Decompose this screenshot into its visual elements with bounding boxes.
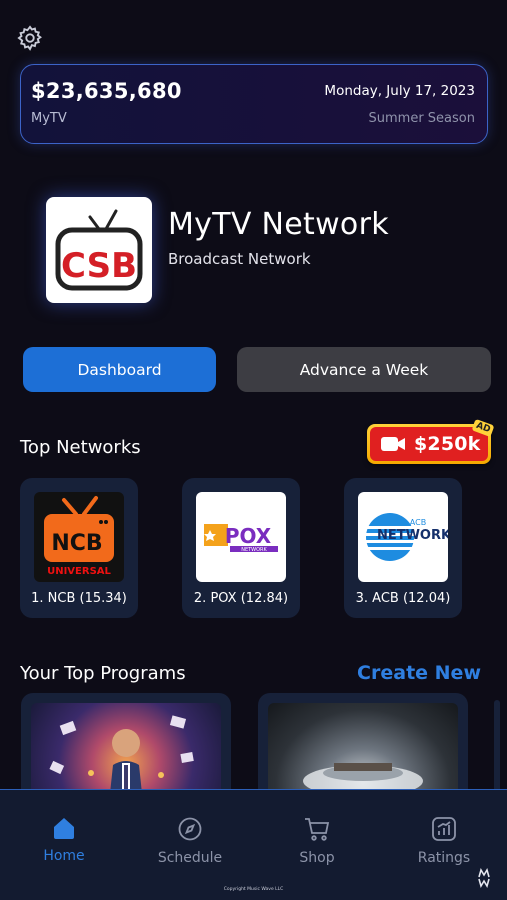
acb-logo: ACB NETWORK xyxy=(358,492,448,582)
program-card-peek xyxy=(494,700,500,800)
cart-icon xyxy=(305,818,330,841)
network-name: MyTV Network xyxy=(168,207,389,242)
gear-icon[interactable] xyxy=(16,24,44,52)
pox-logo-sub: NETWORK xyxy=(241,547,267,553)
top-programs-title: Your Top Programs xyxy=(20,663,186,684)
network-rank-label: 3. ACB (12.04) xyxy=(355,591,451,606)
acb-logo-text: NETWORK xyxy=(377,528,448,543)
reward-ad-button[interactable]: $250k AD xyxy=(367,418,495,464)
ncb-logo-text: NCB xyxy=(51,531,102,556)
chart-icon xyxy=(432,817,456,841)
network-type: Broadcast Network xyxy=(168,250,311,268)
home-icon xyxy=(54,818,74,839)
nav-schedule-label: Schedule xyxy=(157,850,223,866)
network-logo-text: CSB xyxy=(61,246,137,286)
company-name: MyTV xyxy=(31,111,67,126)
network-card-acb[interactable]: ACB NETWORK 3. ACB (12.04) xyxy=(344,478,462,618)
network-rank-label: 1. NCB (15.34) xyxy=(31,591,127,606)
program-thumbnail xyxy=(268,703,458,803)
network-card-ncb[interactable]: NCB UNIVERSAL 1. NCB (15.34) xyxy=(20,478,138,618)
create-new-link[interactable]: Create New xyxy=(357,662,481,684)
balance-card: $23,635,680 MyTV Monday, July 17, 2023 S… xyxy=(20,64,488,144)
season-label: Summer Season xyxy=(368,111,475,126)
nav-shop[interactable]: Shop xyxy=(267,816,367,866)
advance-week-button[interactable]: Advance a Week xyxy=(237,347,491,392)
program-thumbnail xyxy=(31,703,221,803)
network-card-pox[interactable]: POX NETWORK 2. POX (12.84) xyxy=(182,478,300,618)
nav-shop-label: Shop xyxy=(299,850,335,866)
nav-schedule[interactable]: Schedule xyxy=(140,816,240,866)
ad-reward-amount: $250k xyxy=(414,433,481,455)
pox-logo-text: POX xyxy=(225,524,272,548)
bottom-navigation: Home Schedule Shop Ratings xyxy=(0,789,507,900)
copyright-text: Copyright Music Wave LLC xyxy=(223,887,284,892)
brand-logo xyxy=(478,868,490,888)
video-camera-icon xyxy=(381,437,405,451)
dashboard-button[interactable]: Dashboard xyxy=(23,347,216,392)
acb-logo-sub: ACB xyxy=(410,518,426,527)
current-date: Monday, July 17, 2023 xyxy=(324,83,475,99)
nav-home-label: Home xyxy=(43,848,85,864)
top-networks-title: Top Networks xyxy=(20,437,141,458)
ncb-logo-sub: UNIVERSAL xyxy=(47,566,111,577)
program-card[interactable] xyxy=(21,693,231,803)
nav-home[interactable]: Home xyxy=(14,816,114,864)
nav-ratings[interactable]: Ratings xyxy=(394,816,494,866)
compass-icon xyxy=(178,817,202,841)
network-rank-label: 2. POX (12.84) xyxy=(193,591,289,606)
balance-amount: $23,635,680 xyxy=(31,79,182,103)
network-logo[interactable]: CSB xyxy=(46,197,152,303)
ncb-logo: NCB UNIVERSAL xyxy=(34,492,124,582)
program-card[interactable] xyxy=(258,693,468,803)
nav-ratings-label: Ratings xyxy=(417,850,471,866)
pox-logo: POX NETWORK xyxy=(196,492,286,582)
